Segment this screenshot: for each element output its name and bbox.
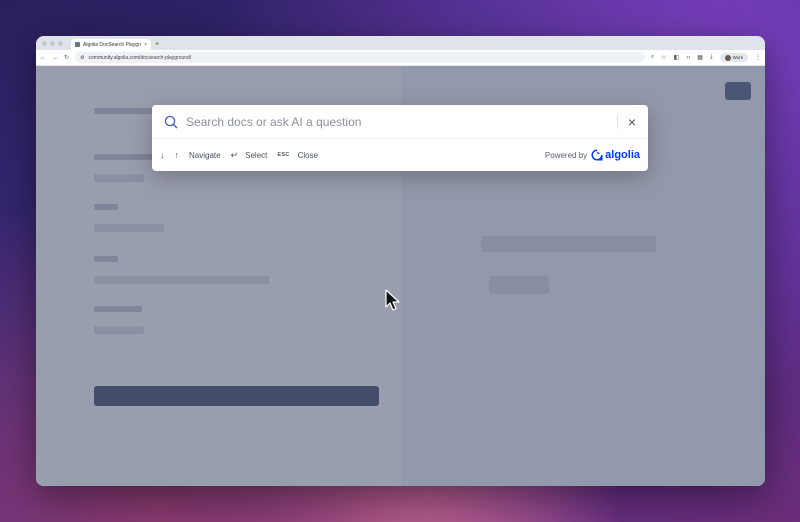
arrow-up-icon: ↑ — [174, 150, 180, 160]
download-icon[interactable]: ⤓ — [710, 54, 713, 61]
profile-label: Work — [732, 55, 743, 60]
powered-by-label: Powered by — [544, 150, 588, 160]
algolia-logo: algolia — [591, 149, 640, 161]
navigate-label: Navigate — [189, 150, 221, 160]
select-label: Select — [245, 150, 268, 160]
toolbar-icons: ⌕ ☆ ◧ ‹› ▦ ⤓ Work ⋮ — [651, 53, 761, 62]
zoom-icon[interactable]: ⌕ — [651, 54, 654, 61]
browser-tab[interactable]: Algolia DocSearch Playground × — [71, 39, 151, 50]
close-label: Close — [297, 150, 319, 160]
powered-by[interactable]: Powered by algolia — [545, 149, 640, 161]
search-footer: ↓ ↑ Navigate ↵ Select ESC Close Powered … — [152, 139, 648, 171]
tab-close-icon[interactable]: × — [144, 42, 147, 48]
arrow-down-icon: ↓ — [160, 150, 165, 160]
devtools-icon[interactable]: ‹› — [686, 55, 690, 61]
corner-button[interactable] — [725, 82, 751, 100]
search-icon — [164, 115, 178, 128]
url-text: community.algolia.com/docsearch-playgrou… — [88, 54, 192, 61]
close-window-icon[interactable] — [42, 40, 47, 46]
search-input[interactable] — [186, 114, 617, 129]
close-icon[interactable]: × — [628, 115, 636, 129]
favicon-icon — [75, 42, 80, 47]
algolia-logo-icon — [591, 149, 603, 161]
search-row: × — [152, 105, 648, 139]
select-hint: ↵ Select — [231, 150, 268, 161]
extension-icon[interactable]: ◧ — [674, 54, 680, 61]
close-hint: ESC Close — [277, 151, 318, 160]
minimize-window-icon[interactable] — [50, 40, 55, 46]
navigate-hint: ↓ ↑ Navigate — [160, 150, 221, 160]
window-controls — [42, 36, 63, 50]
tab-strip: Algolia DocSearch Playground × + — [36, 36, 765, 50]
address-bar[interactable]: ⚙ community.algolia.com/docsearch-playgr… — [75, 52, 645, 63]
back-arrow-icon[interactable]: ← — [40, 55, 46, 61]
algolia-wordmark: algolia — [605, 149, 640, 161]
divider — [616, 114, 618, 129]
maximize-window-icon[interactable] — [58, 40, 63, 46]
site-info-icon[interactable]: ⚙ — [80, 55, 84, 61]
profile-chip[interactable]: Work — [719, 53, 748, 62]
new-tab-button[interactable]: + — [155, 39, 159, 50]
avatar — [724, 54, 731, 61]
mouse-cursor-icon — [385, 289, 400, 311]
search-modal: × ↓ ↑ Navigate ↵ Select ESC Close Powere… — [152, 105, 648, 171]
menu-kebab-icon[interactable]: ⋮ — [755, 54, 761, 61]
reload-icon[interactable]: ↻ — [64, 54, 69, 61]
browser-window: Algolia DocSearch Playground × + ← → ↻ ⚙… — [36, 36, 765, 486]
enter-key-icon: ↵ — [230, 149, 239, 160]
apps-grid-icon[interactable]: ▦ — [697, 54, 703, 61]
esc-key: ESC — [277, 152, 290, 158]
browser-toolbar: ← → ↻ ⚙ community.algolia.com/docsearch-… — [36, 50, 765, 66]
forward-arrow-icon[interactable]: → — [52, 55, 58, 61]
bookmark-star-icon[interactable]: ☆ — [661, 54, 666, 61]
tab-title: Algolia DocSearch Playground — [83, 41, 141, 48]
